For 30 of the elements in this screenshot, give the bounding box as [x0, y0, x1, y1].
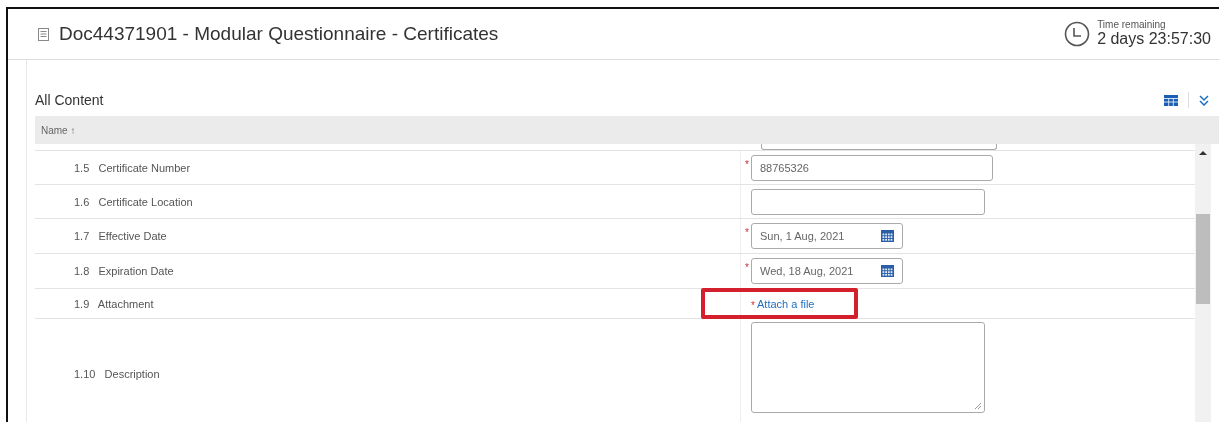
- required-mark: *: [745, 262, 750, 273]
- input-field[interactable]: [761, 144, 997, 150]
- calendar-icon[interactable]: [881, 230, 894, 242]
- question-label: 1.8 Expiration Date: [74, 265, 174, 277]
- date-field[interactable]: Wed, 18 Aug, 2021: [751, 258, 903, 284]
- scroll-up-icon[interactable]: [1199, 150, 1207, 156]
- question-label: 1.7 Effective Date: [74, 230, 167, 242]
- clock-icon: [1064, 21, 1091, 47]
- input-field[interactable]: [751, 188, 985, 215]
- timer-value: 2 days 23:57:30: [1097, 30, 1211, 48]
- required-mark: *: [745, 227, 750, 238]
- column-header[interactable]: Name ↑: [41, 124, 76, 136]
- expand-icon[interactable]: [1199, 94, 1209, 106]
- question-label: 1.9 Attachment: [74, 297, 154, 310]
- required-mark: *: [751, 300, 756, 311]
- input-field[interactable]: 88765326: [751, 154, 993, 181]
- document-icon: [38, 27, 49, 41]
- timer-label: Time remaining: [1097, 20, 1167, 31]
- question-label: 1.6 Certificate Location: [74, 195, 193, 208]
- section-title: All Content: [35, 92, 104, 108]
- date-field[interactable]: Sun, 1 Aug, 2021: [751, 223, 903, 249]
- table-icon[interactable]: [1164, 94, 1178, 106]
- resize-grip-icon[interactable]: [974, 402, 982, 410]
- required-mark: *: [745, 158, 750, 170]
- question-label: 1.10 Description: [74, 368, 160, 380]
- attach-link[interactable]: Attach a file: [757, 297, 815, 310]
- calendar-icon[interactable]: [881, 265, 894, 277]
- scrollbar[interactable]: [1195, 144, 1211, 422]
- question-label: 1.5 Certificate Number: [74, 161, 191, 174]
- window-title: Doc44371901 - Modular Questionnaire - Certificates: [59, 23, 499, 45]
